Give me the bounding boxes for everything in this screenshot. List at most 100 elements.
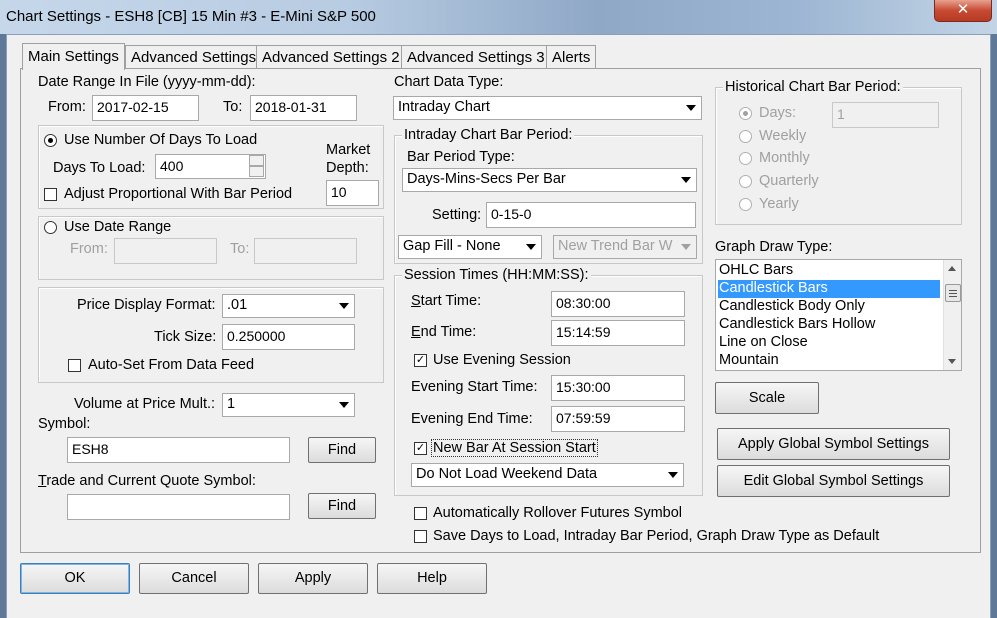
graph-draw-type-list[interactable]: OHLC Bars Candlestick Bars Candlestick B… (715, 259, 962, 371)
scroll-thumb[interactable] (945, 284, 961, 302)
spin-up-button[interactable] (249, 155, 264, 166)
date-range-label: Date Range In File (yyyy-mm-dd): (38, 74, 256, 90)
close-button[interactable]: ✕ (934, 0, 992, 22)
tab-advanced-settings[interactable]: Advanced Settings (125, 45, 263, 69)
tab-alerts[interactable]: Alerts (546, 45, 597, 69)
list-item-selected[interactable]: Candlestick Bars (718, 280, 940, 298)
weekly-radio[interactable] (739, 130, 752, 143)
start-time-field[interactable]: 08:30:00 (551, 291, 685, 317)
list-item[interactable]: Candlestick Body Only (718, 298, 865, 316)
to-date-field[interactable]: 2018-01-31 (250, 95, 357, 121)
use-date-range-radio[interactable] (44, 221, 57, 234)
tick-size-field[interactable]: 0.250000 (222, 324, 355, 350)
start-time-label: Start Time: (411, 293, 482, 309)
end-time-label: End Time: (411, 324, 477, 340)
weekend-data-select[interactable]: Do Not Load Weekend Data (411, 463, 684, 487)
setting-label: Setting: (432, 207, 482, 223)
list-item[interactable]: Mountain (718, 352, 779, 370)
apply-global-settings-button[interactable]: Apply Global Symbol Settings (717, 428, 950, 460)
setting-field[interactable]: 0-15-0 (486, 202, 696, 228)
historical-days-field[interactable]: 1 (832, 102, 939, 128)
spin-down-button[interactable] (249, 166, 264, 177)
gap-fill-select[interactable]: Gap Fill - None (398, 235, 542, 259)
trade-symbol-field[interactable] (67, 494, 290, 520)
scroll-up-icon[interactable] (948, 266, 956, 271)
to-label: To: (223, 99, 243, 115)
bar-period-type-select[interactable]: Days-Mins-Secs Per Bar (402, 168, 697, 192)
end-time-field[interactable]: 15:14:59 (551, 320, 685, 346)
evening-end-label: Evening End Time: (411, 411, 533, 427)
symbol-find-button[interactable]: Find (308, 437, 376, 463)
quarterly-label: Quarterly (759, 173, 819, 189)
new-trend-bar-select[interactable]: New Trend Bar W (553, 235, 697, 259)
session-legend: Session Times (HH:MM:SS): (402, 267, 591, 283)
chevron-down-icon (339, 303, 349, 309)
historical-days-radio[interactable] (739, 107, 752, 120)
symbol-label: Symbol: (38, 416, 91, 432)
quarterly-radio[interactable] (739, 175, 752, 188)
save-default-checkbox[interactable] (414, 530, 427, 543)
grip-icon (949, 290, 957, 291)
list-item[interactable]: Line on Close (718, 334, 808, 352)
tab-label: Advanced Settings 3 (407, 49, 545, 66)
days-to-load-value: 400 (160, 158, 184, 174)
historical-legend: Historical Chart Bar Period: (723, 79, 903, 95)
range-to-field[interactable] (254, 238, 357, 264)
range-from-field[interactable] (114, 238, 217, 264)
adjust-proportional-checkbox[interactable] (44, 188, 57, 201)
save-default-label: Save Days to Load, Intraday Bar Period, … (433, 528, 880, 544)
window-title: Chart Settings - ESH8 [CB] 15 Min #3 - E… (6, 8, 376, 25)
title-bar: Chart Settings - ESH8 [CB] 15 Min #3 - E… (0, 0, 997, 34)
ok-button[interactable]: OK (20, 563, 130, 594)
rollover-checkbox[interactable] (414, 507, 427, 520)
graph-draw-type-label: Graph Draw Type: (715, 239, 833, 255)
help-button[interactable]: Help (377, 563, 487, 594)
days-to-load-label: Days To Load: (53, 160, 146, 176)
days-to-load-field[interactable]: 400 (155, 154, 266, 179)
price-format-value: .01 (227, 297, 248, 313)
monthly-radio[interactable] (739, 152, 752, 165)
auto-set-label: Auto-Set From Data Feed (88, 357, 255, 373)
weekly-label: Weekly (759, 128, 807, 144)
rollover-label: Automatically Rollover Futures Symbol (433, 505, 683, 521)
chevron-down-icon (686, 105, 696, 111)
price-format-label: Price Display Format: (77, 297, 216, 313)
apply-button[interactable]: Apply (258, 563, 368, 594)
scale-button[interactable]: Scale (715, 382, 819, 414)
from-date-field[interactable]: 2017-02-15 (92, 95, 199, 121)
auto-set-checkbox[interactable] (68, 359, 81, 372)
list-item[interactable]: OHLC Bars (718, 262, 793, 280)
new-bar-session-label: New Bar At Session Start (431, 439, 598, 457)
yearly-radio[interactable] (739, 198, 752, 211)
tab-advanced-settings-3[interactable]: Advanced Settings 3 (401, 45, 551, 69)
tab-label: Advanced Settings 2 (262, 49, 400, 66)
trade-symbol-find-button[interactable]: Find (308, 493, 376, 519)
new-trend-bar-value: New Trend Bar W (558, 238, 673, 254)
vap-select[interactable]: 1 (222, 393, 355, 417)
use-days-radio[interactable] (44, 134, 57, 147)
cancel-button[interactable]: Cancel (139, 563, 249, 594)
tab-main-settings[interactable]: Main Settings (22, 43, 125, 70)
chart-data-type-value: Intraday Chart (398, 99, 490, 115)
evening-start-field[interactable]: 15:30:00 (551, 375, 685, 401)
chart-data-type-select[interactable]: Intraday Chart (393, 96, 702, 120)
scroll-down-icon[interactable] (948, 359, 956, 364)
close-icon: ✕ (956, 1, 970, 18)
market-depth-field[interactable]: 10 (326, 180, 379, 206)
chevron-down-icon (681, 244, 691, 250)
new-bar-session-checkbox[interactable]: ✓ (414, 442, 427, 455)
list-scrollbar[interactable] (943, 260, 961, 370)
tab-advanced-settings-2[interactable]: Advanced Settings 2 (256, 45, 406, 69)
list-item[interactable]: Candlestick Bars Hollow (718, 316, 875, 334)
tab-label: Alerts (552, 49, 591, 66)
tab-label: Advanced Settings (131, 49, 257, 66)
trade-symbol-label: Trade and Current Quote Symbol: (38, 473, 256, 489)
chevron-down-icon (339, 402, 349, 408)
edit-global-settings-button[interactable]: Edit Global Symbol Settings (717, 465, 950, 497)
bar-period-type-label: Bar Period Type: (407, 149, 515, 165)
evening-end-field[interactable]: 07:59:59 (551, 406, 685, 432)
price-format-select[interactable]: .01 (222, 294, 355, 318)
symbol-field[interactable]: ESH8 (67, 437, 290, 463)
use-date-range-label: Use Date Range (64, 219, 172, 235)
evening-session-checkbox[interactable]: ✓ (414, 354, 427, 367)
